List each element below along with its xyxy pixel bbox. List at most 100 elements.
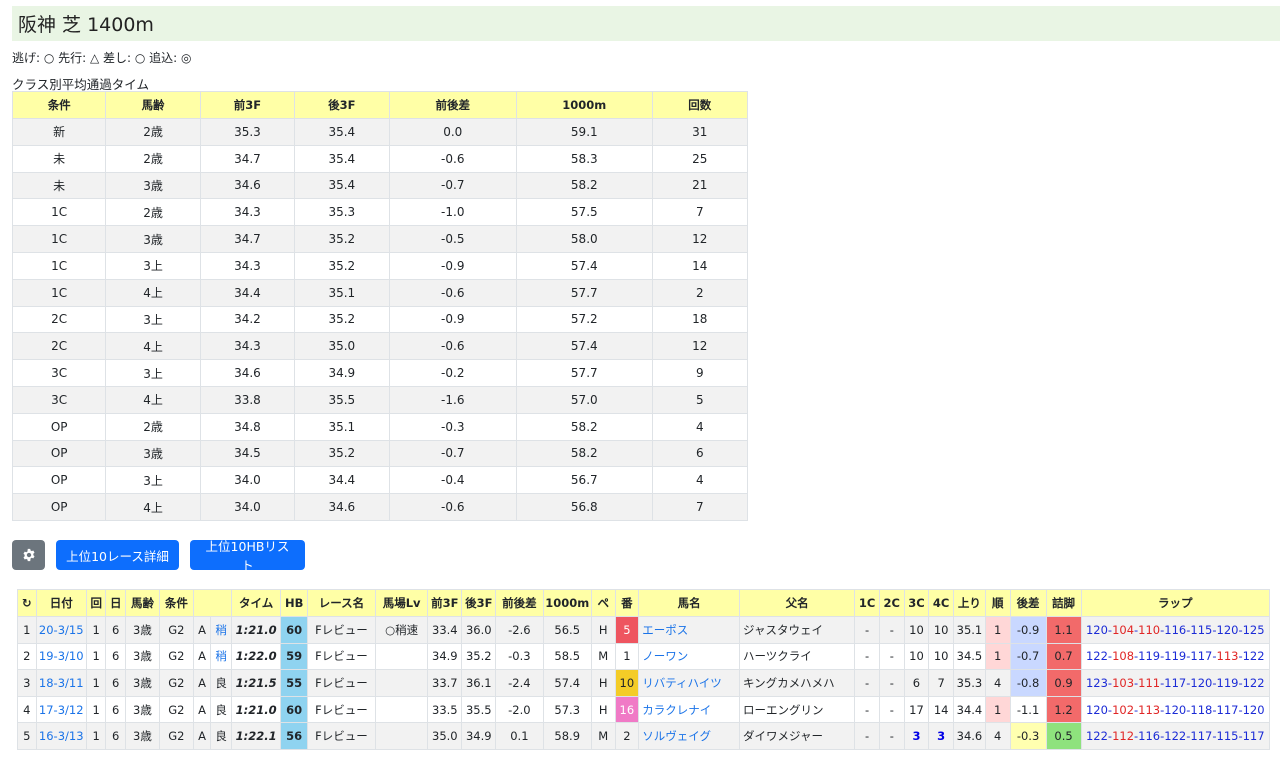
race-col-header[interactable]: 馬名	[638, 589, 741, 617]
race-col-header[interactable]: 上り	[952, 589, 986, 617]
horse-name-link[interactable]: エーポス	[642, 623, 688, 637]
finish-position-cell: 4	[984, 722, 1011, 750]
race-col-header[interactable]: レース名	[307, 589, 376, 617]
avg-cell: 1C	[11, 251, 107, 280]
race-date-link[interactable]: 19-3/10	[39, 649, 84, 663]
race-col-header[interactable]: 日付	[35, 589, 87, 617]
avg-cell: -0.6	[388, 493, 518, 521]
avg-cell: 31	[651, 118, 749, 146]
race-date-link[interactable]: 17-3/12	[39, 703, 84, 717]
avg-cell: 35.2	[294, 439, 390, 468]
horse-name-link[interactable]: リバティハイツ	[642, 676, 722, 690]
horse-name-link[interactable]: カラクレナイ	[642, 703, 711, 717]
track-level-cell	[374, 722, 429, 750]
top10-hb-list-button[interactable]: 上位10HBリスト	[190, 539, 305, 573]
last-time-cell: 34.5	[952, 642, 986, 671]
race-date-link[interactable]: 16-3/13	[39, 729, 84, 743]
top10-race-detail-button[interactable]: 上位10レース詳細	[56, 540, 179, 570]
avg-cell: 4上	[105, 278, 201, 307]
race-col-header[interactable]: HB	[280, 589, 309, 617]
race-col-header[interactable]: 1C	[854, 589, 880, 617]
avg-cell: 59.1	[516, 118, 653, 146]
age-cell: 3歳	[124, 642, 160, 671]
first3f-cell: 33.7	[427, 669, 463, 697]
last-time-cell: 34.6	[952, 722, 986, 750]
finish-position-cell: 1	[984, 695, 1011, 724]
race-date-link[interactable]: 20-3/15	[39, 623, 84, 637]
class-average-table: 条件 馬齢 前3F 後3F 前後差 1000m 回数 新 2歳 35.3 35.4 0.0 59.1 3…	[11, 91, 749, 521]
m1000-cell: 58.9	[542, 722, 592, 750]
race-col-header[interactable]: 後3F	[461, 589, 497, 617]
avg-cell: 1C	[11, 198, 107, 227]
avg-table-row: 1C 2歳 34.3 35.3 -1.0 57.5 7	[11, 198, 749, 227]
avg-cell: -0.3	[388, 412, 518, 441]
race-col-header[interactable]	[192, 589, 232, 617]
race-col-header[interactable]: 前3F	[427, 589, 463, 617]
avg-cell: -0.6	[388, 332, 518, 361]
avg-cell: 35.3	[199, 118, 296, 146]
race-col-header[interactable]: 日	[105, 589, 126, 617]
horse-name-link[interactable]: ノーワン	[642, 649, 688, 663]
pace-cell: H	[590, 669, 616, 697]
lap-segment: 120	[1164, 702, 1187, 717]
race-col-header[interactable]: 番	[614, 589, 640, 617]
avg-table-row: 2C 3上 34.2 35.2 -0.9 57.2 18	[11, 305, 749, 334]
first3f-cell: 33.4	[427, 616, 463, 644]
race-col-header[interactable]: 3C	[903, 589, 930, 617]
race-date-link[interactable]: 18-3/11	[39, 676, 84, 690]
race-col-header[interactable]: 2C	[878, 589, 905, 617]
avg-cell: 3歳	[105, 171, 201, 200]
settings-button[interactable]	[12, 540, 45, 570]
avg-cell: 58.2	[516, 171, 653, 200]
gear-icon	[22, 548, 35, 562]
date-cell: 17-3/12	[35, 695, 87, 724]
avg-cell: 3上	[105, 359, 201, 387]
avg-cell: 18	[651, 305, 749, 334]
race-col-header[interactable]: ペ	[590, 589, 616, 617]
race-col-header[interactable]: 詰脚	[1045, 589, 1082, 617]
lap-segment: 108	[1112, 649, 1135, 664]
avg-cell: 57.2	[516, 305, 653, 334]
avg-cell: 34.3	[199, 251, 296, 280]
refresh-icon[interactable]: ↻	[17, 589, 37, 617]
race-table-row: 5 16-3/13 1 6 3歳 G2 A 良 1:22.1 56 Fレビュー 35.0 34.9 0.1…	[17, 722, 1271, 750]
avg-table-row: 未 2歳 34.7 35.4 -0.6 58.3 25	[11, 144, 749, 173]
lap-segment: 120	[1242, 702, 1265, 717]
avg-cell: 57.4	[516, 332, 653, 361]
race-col-header[interactable]: ラップ	[1080, 589, 1271, 617]
race-col-header[interactable]: 後差	[1009, 589, 1047, 617]
age-cell: 3歳	[124, 722, 160, 750]
date-cell: 16-3/13	[35, 722, 87, 750]
kai-cell: 1	[85, 722, 107, 750]
avg-table-row: 3C 3上 34.6 34.9 -0.2 57.7 9	[11, 359, 749, 387]
lap-segment: 119	[1216, 675, 1239, 690]
hb-cell: 59	[280, 642, 309, 671]
race-col-header[interactable]: 父名	[739, 589, 856, 617]
race-col-header[interactable]: 馬齢	[124, 589, 160, 617]
nichi-cell: 6	[105, 616, 126, 644]
last-time-cell: 35.3	[952, 669, 986, 697]
horse-name-link[interactable]: ソルヴェイグ	[642, 729, 711, 743]
race-col-header[interactable]: 馬場Lv	[374, 589, 429, 617]
race-col-header[interactable]: 順	[984, 589, 1011, 617]
lap-segment: 112	[1112, 729, 1135, 744]
avg-table-row: OP 4上 34.0 34.6 -0.6 56.8 7	[11, 493, 749, 521]
page-title: 阪神 芝 1400m	[18, 14, 154, 36]
grade-cell: A	[192, 669, 212, 697]
race-col-header[interactable]: 回	[85, 589, 107, 617]
lap-cell: 122-112-116-122-117-115-117	[1080, 722, 1271, 750]
horse-name-cell: エーポス	[638, 616, 741, 644]
race-col-header[interactable]: 条件	[158, 589, 194, 617]
avg-cell: 6	[651, 439, 749, 468]
row-number: 3	[17, 669, 37, 697]
avg-table-header: 条件 馬齢 前3F 後3F 前後差 1000m 回数	[11, 91, 749, 119]
corner4-cell: 10	[928, 642, 954, 671]
avg-cell: 34.7	[199, 144, 296, 173]
closing-speed-cell: 0.9	[1045, 669, 1082, 697]
horse-name-cell: ノーワン	[638, 642, 741, 671]
race-col-header[interactable]: 1000m	[542, 589, 592, 617]
condition-cell: G2	[158, 695, 194, 724]
race-col-header[interactable]: タイム	[230, 589, 282, 617]
race-col-header[interactable]: 4C	[928, 589, 954, 617]
race-col-header[interactable]: 前後差	[495, 589, 544, 617]
